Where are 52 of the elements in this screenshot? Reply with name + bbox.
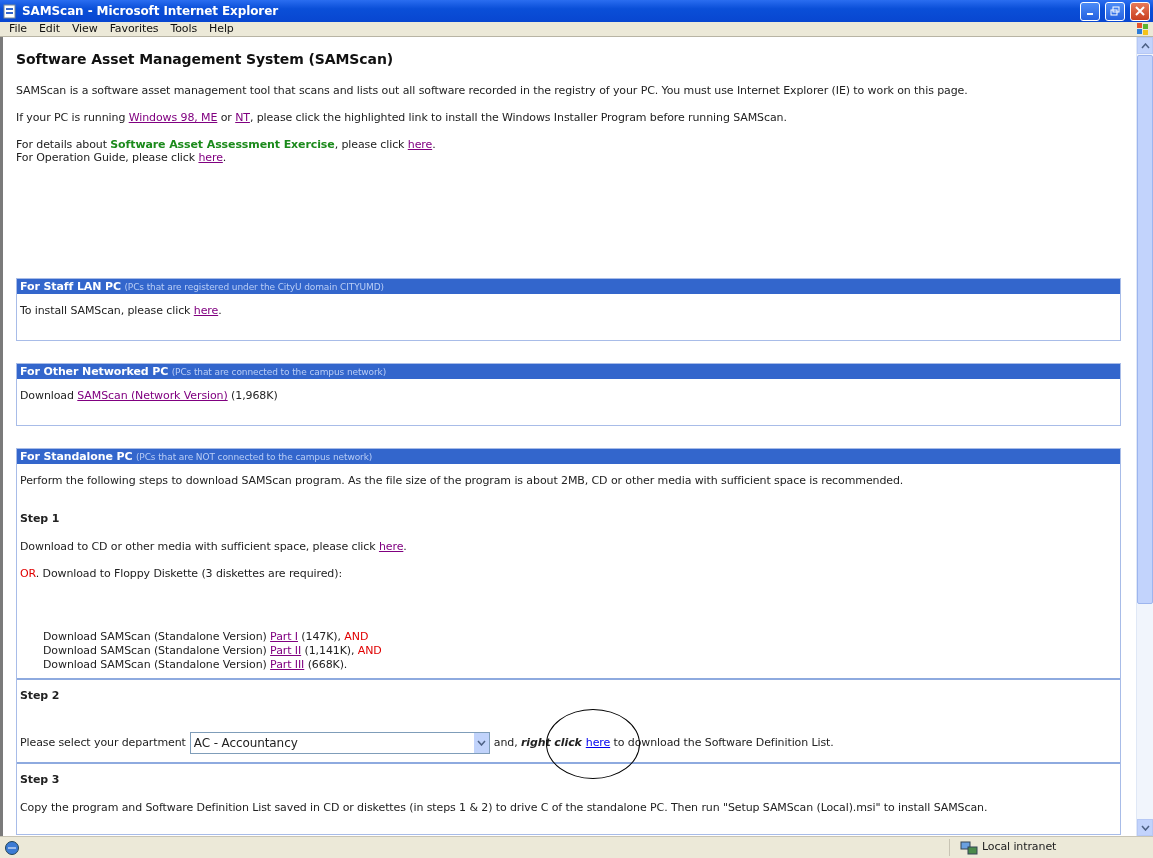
close-button[interactable] [1130, 1, 1150, 21]
link[interactable]: SAMScan (Network Version) [77, 389, 228, 402]
scroll-up-icon[interactable] [1140, 42, 1150, 49]
paragraph: OR. Download to Floppy Diskette (3 diskettes are required): [20, 566, 343, 580]
field-label: Please select your department [20, 736, 186, 749]
link[interactable]: Part III [270, 657, 305, 671]
link[interactable]: here [198, 151, 223, 164]
status-zone: Local intranet [982, 839, 1057, 856]
network-icon [960, 840, 978, 855]
section-header: For Standalone PC (PCs that are NOT connected to the campus network) [17, 449, 1120, 464]
page-heading: Software Asset Management System (SAMScan) [16, 50, 395, 69]
link[interactable]: NT [235, 111, 250, 124]
paragraph: For Operation Guide, please click here. [16, 151, 228, 164]
paragraph: For details about Software Asset Assessment Exercise, please click here. [16, 138, 437, 151]
menu-item[interactable]: Tools [164, 20, 204, 38]
section-header: For Other Networked PC (PCs that are connected to the campus network) [17, 364, 1120, 379]
paragraph: If your PC is running Windows 98, ME or NT, please click the highlighted link to install the Windows Installer Program before running SAMScan. [16, 111, 788, 124]
paragraph: Download SAMScan (Standalone Version) Part II (1,141K), AND [43, 643, 383, 658]
link[interactable]: Windows 98, ME [128, 111, 218, 124]
scrollbar[interactable] [1136, 37, 1153, 836]
menu-item[interactable]: View [65, 20, 104, 38]
step-label: Step 3 [20, 772, 61, 788]
link[interactable]: Part II [270, 643, 302, 657]
link[interactable]: Part I [270, 629, 298, 643]
restore-button[interactable] [1105, 1, 1125, 21]
paragraph: SAMScan is a software asset management tool that scans and lists out all software recorded in the registry of your PC. You must use Internet Explorer (IE) to work on this page. [16, 84, 969, 97]
caret-icon [476, 740, 486, 746]
paragraph: Perform the following steps to download SAMScan program. As the file size of the program is about 2MB, CD or other media with sufficient space is recommended. [20, 474, 905, 487]
minimize-icon [1087, 13, 1093, 15]
paragraph: Copy the program and Software Definition List saved in CD or diskettes (in steps 1 & 2) to drive C of the standalone PC. Then run "Setup SAMScan (Local).msi" to install SAMScan. [20, 800, 989, 814]
minimize-button[interactable] [1080, 1, 1100, 21]
menu-item[interactable]: Favorites [103, 20, 165, 38]
browser-icon [3, 3, 17, 19]
step-label: Step 2 [20, 687, 61, 704]
close-icon [1135, 6, 1145, 16]
paragraph: To install SAMScan, please click here. [20, 304, 223, 317]
link[interactable]: here [585, 736, 611, 749]
section-header: For Staff LAN PC (PCs that are registered under the CityU domain CITYUMD) [17, 279, 1120, 294]
windows-logo-icon [1136, 22, 1150, 36]
menu-item[interactable]: File [3, 20, 33, 38]
paragraph: Download SAMScan (Network Version) (1,968K) [20, 389, 279, 402]
page-icon [4, 839, 20, 856]
menu-item[interactable]: Edit [33, 20, 66, 38]
paragraph: Download to CD or other media with sufficient space, please click here. [20, 539, 408, 553]
paragraph: Download SAMScan (Standalone Version) Part I (147K), AND [43, 629, 370, 644]
window-title: SAMScan - Microsoft Internet Explorer [22, 3, 278, 20]
restore-icon [1110, 6, 1120, 16]
step-label: Step 1 [20, 511, 61, 527]
department-select[interactable]: AC - Accountancy [189, 732, 490, 754]
paragraph: Download SAMScan (Standalone Version) Part III (668K). [43, 657, 349, 672]
menu-item[interactable]: Help [203, 20, 240, 38]
scroll-down-icon[interactable] [1140, 824, 1150, 831]
